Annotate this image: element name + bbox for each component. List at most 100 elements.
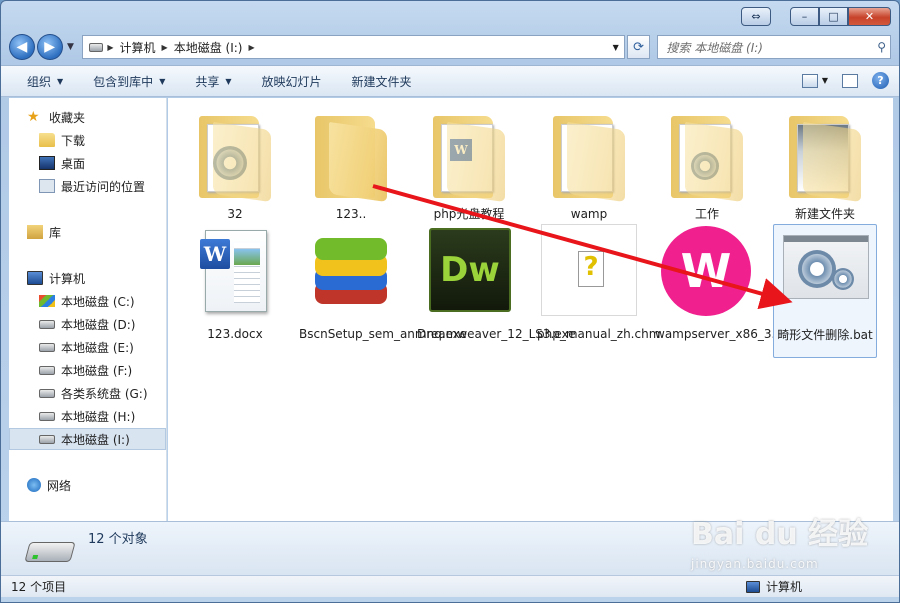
close-button[interactable]: ✕ xyxy=(848,7,891,26)
breadcrumb-chevron-icon[interactable]: ▶ xyxy=(107,43,113,52)
file-name: Dreamweaver_12_LS3.exe xyxy=(417,327,576,341)
file-name: 123.docx xyxy=(207,327,263,341)
nav-computer[interactable]: 计算机 xyxy=(9,267,166,289)
chevron-down-icon: ▼ xyxy=(159,76,166,86)
slideshow-button[interactable]: 放映幻灯片 xyxy=(262,73,322,90)
folder-icon xyxy=(187,104,283,203)
nav-drive-f[interactable]: 本地磁盘 (F:) xyxy=(9,359,166,381)
folder-icon xyxy=(777,104,873,203)
file-item[interactable]: 工作 xyxy=(655,104,759,223)
nav-network[interactable]: 网络 xyxy=(9,474,166,496)
explorer-window: ⇔ – □ ✕ ◀ ▶ ▼ ▶ 计算机 ▶ 本地磁盘 (I:) ▶ ▼ ⟳ 搜索… xyxy=(0,0,900,603)
help-file-icon: ? xyxy=(541,224,637,320)
drive-icon xyxy=(39,388,55,398)
file-name: 畸形文件删除.bat xyxy=(777,328,873,342)
file-name: 新建文件夹 xyxy=(794,207,855,221)
preview-pane-icon[interactable] xyxy=(842,73,858,88)
nav-label: 本地磁盘 (F:) xyxy=(61,363,133,378)
command-bar: 组织 ▼ 包含到库中 ▼ 共享 ▼ 放映幻灯片 新建文件夹 ▼ ? xyxy=(1,65,899,97)
nav-downloads[interactable]: 下载 xyxy=(9,129,166,151)
windows-drive-icon xyxy=(39,295,55,307)
baidu-watermark: Bai du 经验 jingyan.baidu.com xyxy=(691,509,891,589)
nav-drive-e[interactable]: 本地磁盘 (E:) xyxy=(9,336,166,358)
nav-label: 本地磁盘 (C:) xyxy=(61,294,135,309)
recent-pages-dropdown[interactable]: ▼ xyxy=(65,42,77,52)
back-button[interactable]: ◀ xyxy=(9,34,35,60)
download-folder-icon xyxy=(39,133,55,147)
file-item[interactable]: ? php_manual_zh.chm xyxy=(537,224,660,343)
search-icon[interactable]: ⚲ xyxy=(877,40,886,54)
nav-label: 桌面 xyxy=(61,156,86,171)
bluestacks-icon xyxy=(303,224,399,320)
maximize-button[interactable]: □ xyxy=(819,7,848,26)
address-dropdown-icon[interactable]: ▼ xyxy=(608,43,624,52)
file-item[interactable]: 123.. xyxy=(299,104,403,223)
organize-menu[interactable]: 组织 ▼ xyxy=(27,73,63,90)
organize-label: 组织 xyxy=(27,74,52,89)
nav-label: 本地磁盘 (D:) xyxy=(61,317,136,332)
breadcrumb-chevron-icon[interactable]: ▶ xyxy=(162,43,168,52)
nav-drive-g[interactable]: 各类系统盘 (G:) xyxy=(9,382,166,404)
search-placeholder: 搜索 本地磁盘 (I:) xyxy=(666,40,763,55)
computer-icon xyxy=(27,271,43,285)
nav-label: 计算机 xyxy=(49,271,86,286)
breadcrumb-drive-i[interactable]: 本地磁盘 (I:) xyxy=(174,39,243,56)
search-input[interactable]: 搜索 本地磁盘 (I:) ⚲ xyxy=(657,35,891,59)
dreamweaver-icon: Dw xyxy=(421,224,517,320)
network-icon xyxy=(27,478,41,492)
nav-favorites[interactable]: ★ 收藏夹 xyxy=(9,106,166,128)
nav-drive-h[interactable]: 本地磁盘 (H:) xyxy=(9,405,166,427)
nav-drive-i[interactable]: 本地磁盘 (I:) xyxy=(9,428,166,450)
change-view-icon[interactable] xyxy=(801,73,818,88)
file-item-selected[interactable]: 畸形文件删除.bat xyxy=(773,224,877,358)
desktop-icon xyxy=(39,156,55,170)
file-item[interactable]: BscnSetup_sem_anmnq.exe xyxy=(299,224,467,343)
drive-icon xyxy=(39,411,55,421)
address-bar[interactable]: ▶ 计算机 ▶ 本地磁盘 (I:) ▶ ▼ xyxy=(82,35,625,59)
file-name: 123.. xyxy=(335,207,367,221)
nav-label: 各类系统盘 (G:) xyxy=(61,386,148,401)
file-item[interactable]: W wampserver_x86_3.0.6.exe xyxy=(655,224,820,343)
forward-button[interactable]: ▶ xyxy=(36,34,63,60)
nav-recent[interactable]: 最近访问的位置 xyxy=(9,175,166,197)
folder-icon: W xyxy=(421,104,517,203)
chevron-down-icon[interactable]: ▼ xyxy=(822,76,828,85)
object-count: 12 个对象 xyxy=(88,532,148,547)
drive-icon xyxy=(24,542,76,562)
file-item[interactable]: W php光盘教程 xyxy=(417,104,521,223)
breadcrumb-chevron-icon[interactable]: ▶ xyxy=(248,43,254,52)
file-item[interactable]: 32 xyxy=(183,104,287,223)
file-list: 32 123.. W php光盘教程 wamp 工作 xyxy=(168,98,893,521)
share-menu[interactable]: 共享 ▼ xyxy=(195,73,231,90)
watermark-brand: Bai du 经验 xyxy=(691,517,869,552)
file-item[interactable]: wamp xyxy=(537,104,641,223)
include-library-menu[interactable]: 包含到库中 ▼ xyxy=(93,73,165,90)
recent-places-icon xyxy=(39,179,55,193)
word-document-icon: W xyxy=(187,224,283,320)
nav-label: 最近访问的位置 xyxy=(61,179,146,194)
nav-drive-c[interactable]: 本地磁盘 (C:) xyxy=(9,290,166,312)
new-folder-button[interactable]: 新建文件夹 xyxy=(352,73,412,90)
nav-libraries[interactable]: 库 xyxy=(9,221,166,243)
caption-buttons: ⇔ – □ ✕ xyxy=(741,7,891,26)
file-name: php光盘教程 xyxy=(433,207,505,221)
nav-drive-d[interactable]: 本地磁盘 (D:) xyxy=(9,313,166,335)
breadcrumb-computer[interactable]: 计算机 xyxy=(120,39,156,56)
file-item[interactable]: W 123.docx xyxy=(183,224,287,343)
file-name: wampserver_x86_3.0.6.exe xyxy=(655,327,820,341)
nav-desktop[interactable]: 桌面 xyxy=(9,152,166,174)
nav-label: 网络 xyxy=(47,478,72,493)
nav-label: 下载 xyxy=(61,133,86,148)
refresh-button[interactable]: ⟳ xyxy=(626,35,651,59)
help-icon[interactable]: ? xyxy=(872,72,889,89)
star-icon: ★ xyxy=(27,109,40,125)
nav-label: 收藏夹 xyxy=(49,110,86,125)
drive-icon xyxy=(89,42,104,52)
file-item[interactable]: 新建文件夹 xyxy=(773,104,877,223)
folder-icon xyxy=(541,104,637,203)
drive-icon xyxy=(39,365,55,375)
file-item[interactable]: Dw Dreamweaver_12_LS3.exe xyxy=(417,224,576,343)
snap-icon[interactable]: ⇔ xyxy=(741,7,771,26)
minimize-button[interactable]: – xyxy=(790,7,819,26)
navigation-pane: ★ 收藏夹 下载 桌面 最近访问的位置 库 计算机 本地磁盘 (C:) 本地磁盘 … xyxy=(9,98,167,521)
